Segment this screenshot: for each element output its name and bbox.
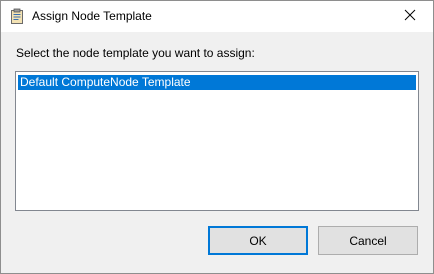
- instruction-label: Select the node template you want to ass…: [16, 46, 255, 60]
- window-title: Assign Node Template: [32, 9, 152, 23]
- title-bar[interactable]: Assign Node Template: [1, 1, 433, 32]
- ok-button[interactable]: OK: [208, 226, 308, 255]
- assign-node-template-dialog: Assign Node Template Select the node tem…: [0, 0, 434, 274]
- template-listbox[interactable]: Default ComputeNode Template: [15, 71, 419, 211]
- close-icon: [404, 8, 416, 26]
- list-item-default-computenode-template[interactable]: Default ComputeNode Template: [18, 75, 416, 90]
- clipboard-icon: [9, 8, 25, 24]
- close-button[interactable]: [387, 1, 433, 32]
- cancel-button[interactable]: Cancel: [318, 226, 418, 255]
